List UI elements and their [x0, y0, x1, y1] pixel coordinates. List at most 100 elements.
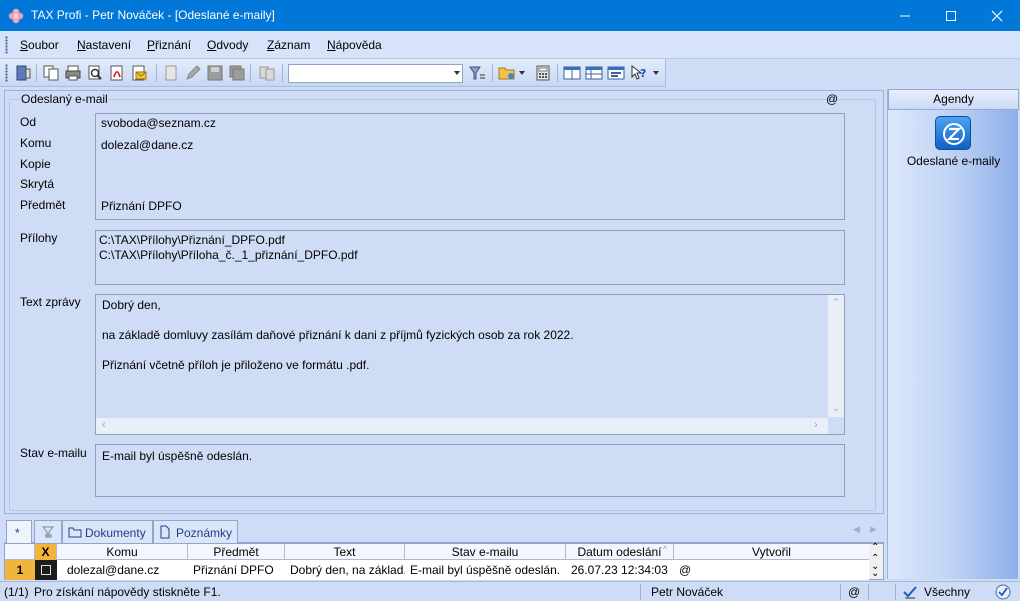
- scroll-right-icon[interactable]: ›: [814, 419, 818, 431]
- horizontal-scrollbar[interactable]: ‹ ›: [96, 418, 828, 434]
- to-field[interactable]: dolezal@dane.cz: [101, 138, 193, 152]
- sent-emails-icon[interactable]: [935, 116, 971, 150]
- scroll-left-icon[interactable]: ‹: [102, 419, 106, 431]
- menu-priznani[interactable]: Přiznání: [147, 38, 191, 52]
- save-all-icon[interactable]: [228, 64, 246, 82]
- tab-scroll-right-icon[interactable]: ▶: [870, 524, 877, 535]
- toolbar-grip[interactable]: [5, 64, 8, 82]
- filter-icon[interactable]: [468, 64, 486, 82]
- calculator-icon[interactable]: [534, 64, 552, 82]
- attachment-item[interactable]: C:\TAX\Přílohy\Příloha_č._1_přiznání_DPF…: [99, 248, 358, 262]
- vertical-scrollbar[interactable]: ⌃ ⌄: [828, 295, 844, 417]
- from-label: Od: [20, 115, 37, 129]
- column-header-subject[interactable]: Předmět: [188, 544, 285, 560]
- pdf-email-icon[interactable]: [130, 64, 148, 82]
- duplicate-icon[interactable]: [258, 64, 276, 82]
- svg-text:?: ?: [640, 67, 646, 80]
- column-header-date[interactable]: Datum odeslání: [566, 544, 674, 560]
- confirm-check-icon[interactable]: [995, 584, 1011, 600]
- sort-ascending-icon: ^: [663, 545, 667, 554]
- row-cell-date[interactable]: 26.07.23 12:34:03: [571, 560, 676, 580]
- row-cell-status[interactable]: E-mail byl úspěšně odeslán.: [410, 560, 565, 580]
- exit-door-icon[interactable]: [14, 64, 32, 82]
- from-field[interactable]: svoboda@seznam.cz: [101, 116, 216, 130]
- email-detail-panel: Odeslaný e-mail @ Od Komu Kopie Skrytá P…: [4, 90, 884, 514]
- menu-odvody[interactable]: Odvody: [207, 38, 248, 52]
- column-header-text[interactable]: Text: [285, 544, 405, 560]
- title-bar: TAX Profi - Petr Nováček - [Odeslané e-m…: [0, 0, 1020, 31]
- row-selected-cell[interactable]: [35, 560, 57, 580]
- tab-poznamky[interactable]: Poznámky: [153, 520, 238, 543]
- menu-soubor[interactable]: Soubor: [20, 38, 59, 52]
- window-layout-icon[interactable]: [563, 64, 581, 82]
- scroll-down-icon[interactable]: ⌄: [832, 403, 840, 414]
- tab-poznamky-label: Poznámky: [176, 526, 233, 540]
- at-icon[interactable]: @: [826, 92, 838, 106]
- status-separator: [868, 584, 869, 600]
- row-cell-text[interactable]: Dobrý den, na základ...: [290, 560, 405, 580]
- subject-field[interactable]: Přiznání DPFO: [101, 199, 182, 213]
- row-cell-subject[interactable]: Přiznání DPFO: [193, 560, 283, 580]
- agendy-item-label[interactable]: Odeslané e-maily: [888, 154, 1019, 168]
- copy-icon[interactable]: [42, 64, 60, 82]
- cc-label: Kopie: [20, 157, 51, 171]
- save-icon[interactable]: [206, 64, 224, 82]
- print-icon[interactable]: [64, 64, 82, 82]
- tab-dokumenty[interactable]: Dokumenty: [62, 520, 153, 543]
- scroll-up-icon[interactable]: ⌃: [832, 297, 840, 308]
- tab-filter[interactable]: [34, 520, 62, 543]
- filter-check-icon[interactable]: [902, 585, 918, 599]
- maximize-icon: [946, 11, 956, 21]
- pdf-icon[interactable]: [108, 64, 126, 82]
- agendy-header[interactable]: Agendy: [888, 89, 1019, 110]
- menu-grip[interactable]: [5, 36, 8, 54]
- menu-bar: Soubor Nastavení Přiznání Odvody Záznam …: [0, 31, 1020, 59]
- row-checkbox[interactable]: [41, 565, 51, 575]
- table-view-icon[interactable]: [585, 64, 603, 82]
- table-row[interactable]: 1 dolezal@dane.cz Přiznání DPFO Dobrý de…: [5, 560, 869, 580]
- column-header-created[interactable]: Vytvořil: [674, 544, 869, 560]
- print-preview-icon[interactable]: [86, 64, 104, 82]
- filter-combobox[interactable]: [288, 64, 463, 83]
- body-line: na základě domluvy zasílám daňové přizná…: [102, 328, 574, 342]
- toolbar-separator: [250, 64, 251, 82]
- help-dropdown-icon[interactable]: [653, 71, 659, 75]
- tab-records[interactable]: *: [6, 520, 32, 543]
- status-label: Stav e-mailu: [20, 446, 87, 460]
- row-cell-to[interactable]: dolezal@dane.cz: [67, 560, 187, 580]
- row-number[interactable]: 1: [5, 560, 35, 580]
- folder-dropdown-icon[interactable]: [519, 71, 525, 75]
- help-hint: Pro získání nápovědy stiskněte F1.: [34, 585, 221, 599]
- app-flower-icon: [8, 8, 24, 24]
- menu-nastaveni[interactable]: Nastavení: [77, 38, 131, 52]
- row-number-header: [5, 544, 35, 560]
- row-cell-created[interactable]: @: [679, 560, 709, 580]
- table-scrollbar[interactable]: ⌃ ⌃ ⌄ ⌄: [869, 542, 883, 579]
- scroll-down-icon[interactable]: ⌄: [871, 568, 879, 579]
- maximize-button[interactable]: [928, 0, 974, 31]
- body-line: Přiznání včetně příloh je přiloženo ve f…: [102, 358, 370, 372]
- status-filter[interactable]: Všechny: [924, 585, 970, 599]
- column-header-x[interactable]: X: [35, 544, 57, 560]
- column-header-status[interactable]: Stav e-mailu: [405, 544, 566, 560]
- scroll-up-icon[interactable]: ⌃: [871, 542, 879, 553]
- folder-icon: [68, 527, 82, 538]
- context-help-icon[interactable]: ?: [630, 64, 648, 82]
- record-counter: (1/1): [4, 585, 29, 599]
- menu-zaznam[interactable]: Záznam: [267, 38, 310, 52]
- attachments-label: Přílohy: [20, 231, 58, 245]
- chevron-down-icon[interactable]: [454, 71, 460, 75]
- folder-icon[interactable]: [498, 64, 516, 82]
- toolbar: ?: [0, 59, 666, 87]
- attachment-item[interactable]: C:\TAX\Přílohy\Přiznání_DPFO.pdf: [99, 233, 285, 247]
- tab-scroll-left-icon[interactable]: ◀: [853, 524, 860, 535]
- form-view-icon[interactable]: [607, 64, 625, 82]
- menu-napoveda[interactable]: Nápověda: [327, 38, 382, 52]
- column-header-to[interactable]: Komu: [57, 544, 188, 560]
- edit-record-icon[interactable]: [184, 64, 202, 82]
- new-record-icon[interactable]: [162, 64, 180, 82]
- close-button[interactable]: [974, 0, 1020, 31]
- body-line: Dobrý den,: [102, 298, 161, 312]
- close-icon: [991, 10, 1003, 22]
- minimize-button[interactable]: [882, 0, 928, 31]
